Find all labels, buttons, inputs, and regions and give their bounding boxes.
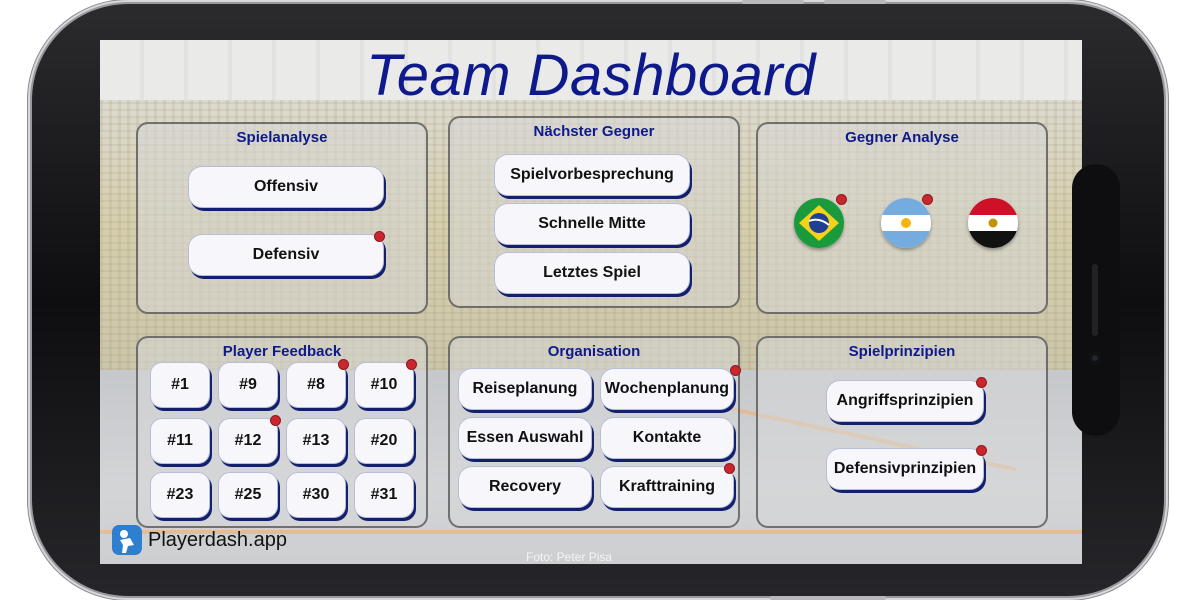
player-10-notification-dot xyxy=(406,359,417,370)
player-button-23[interactable]: #23 xyxy=(150,472,210,518)
card-title: Nächster Gegner xyxy=(533,123,655,140)
wochenplanung-notification-dot xyxy=(730,365,741,376)
letztes-spiel-button[interactable]: Letztes Spiel xyxy=(494,252,690,294)
player-button-31[interactable]: #31 xyxy=(354,472,414,518)
player-12-notification-dot xyxy=(270,415,281,426)
card-title: Spielprinzipien xyxy=(848,343,956,360)
essen-auswahl-button[interactable]: Essen Auswahl xyxy=(458,417,592,459)
player-button-25[interactable]: #25 xyxy=(218,472,278,518)
brazil-notification-dot xyxy=(836,194,847,205)
card-spielanalyse: Spielanalyse Offensiv Defensiv xyxy=(136,122,428,314)
card-spielprinzipien: Spielprinzipien Angriffsprinzipien Defen… xyxy=(756,336,1048,528)
card-organisation: Organisation Reiseplanung Wochenplanung … xyxy=(448,336,741,528)
phone-camera xyxy=(1089,352,1101,364)
angriffsprinzipien-button[interactable]: Angriffsprinzipien xyxy=(826,380,984,422)
card-title: Gegner Analyse xyxy=(845,129,959,146)
defensivprinzipien-button[interactable]: Defensivprinzipien xyxy=(826,448,984,490)
defensiv-notification-dot xyxy=(374,231,385,242)
offensiv-button[interactable]: Offensiv xyxy=(188,166,384,208)
card-gegner-analyse: Gegner Analyse xyxy=(756,122,1048,314)
brand-logo: Playerdash.app xyxy=(110,523,287,557)
phone-speaker xyxy=(1092,264,1098,336)
phone-top-button-right xyxy=(824,0,886,4)
app-screen: Team Dashboard Spielanalyse Offensiv Def… xyxy=(100,40,1082,564)
page-title: Team Dashboard xyxy=(366,43,816,108)
card-title: Organisation xyxy=(547,343,641,360)
argentina-flag-icon[interactable] xyxy=(881,198,931,248)
player-button-13[interactable]: #13 xyxy=(286,418,346,464)
card-naechster-gegner: Nächster Gegner Spielvorbesprechung Schn… xyxy=(448,116,740,308)
egypt-flag-icon[interactable] xyxy=(968,198,1018,248)
card-title: Player Feedback xyxy=(222,343,342,360)
player-logo-icon xyxy=(112,525,142,555)
player-button-9[interactable]: #9 xyxy=(218,362,278,408)
card-title: Spielanalyse xyxy=(236,129,328,146)
schnelle-mitte-button[interactable]: Schnelle Mitte xyxy=(494,203,690,245)
player-button-11[interactable]: #11 xyxy=(150,418,210,464)
card-player-feedback: Player Feedback #1 #9 #8 #10 #11 #12 #13… xyxy=(136,336,428,528)
player-8-notification-dot xyxy=(338,359,349,370)
defensiv-button[interactable]: Defensiv xyxy=(188,234,384,276)
player-button-1[interactable]: #1 xyxy=(150,362,210,408)
brand-name: Playerdash.app xyxy=(148,528,287,551)
spielvorbesprechung-button[interactable]: Spielvorbesprechung xyxy=(494,154,690,196)
photo-credit: Foto: Peter Pisa xyxy=(526,550,613,564)
defensivprinzipien-notification-dot xyxy=(976,445,987,456)
wochenplanung-button[interactable]: Wochenplanung xyxy=(600,368,734,410)
phone-bottom-button xyxy=(770,596,886,600)
reiseplanung-button[interactable]: Reiseplanung xyxy=(458,368,592,410)
player-button-30[interactable]: #30 xyxy=(286,472,346,518)
krafttraining-button[interactable]: Krafttraining xyxy=(600,466,734,508)
player-button-10[interactable]: #10 xyxy=(354,362,414,408)
player-button-20[interactable]: #20 xyxy=(354,418,414,464)
phone-top-button-left xyxy=(742,0,804,4)
player-button-8[interactable]: #8 xyxy=(286,362,346,408)
krafttraining-notification-dot xyxy=(724,463,735,474)
angriffsprinzipien-notification-dot xyxy=(976,377,987,388)
player-button-12[interactable]: #12 xyxy=(218,418,278,464)
kontakte-button[interactable]: Kontakte xyxy=(600,417,734,459)
recovery-button[interactable]: Recovery xyxy=(458,466,592,508)
brazil-flag-icon[interactable] xyxy=(794,198,844,248)
argentina-notification-dot xyxy=(922,194,933,205)
